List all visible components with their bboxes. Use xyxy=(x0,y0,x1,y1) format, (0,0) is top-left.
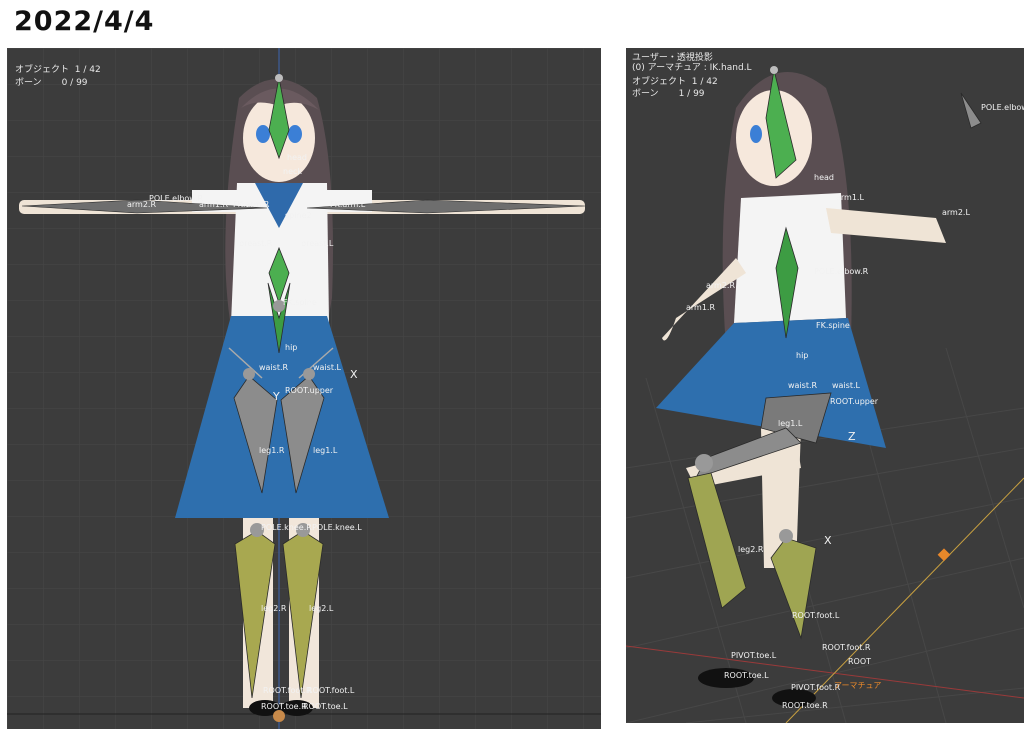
bone-stat: ボーン 0 / 99 xyxy=(15,78,88,88)
label-waist-l: waist.L xyxy=(313,363,342,372)
label-root-upper: ROOT.upper xyxy=(285,386,334,395)
label-fk-arm-r: FK.arm.R xyxy=(233,200,270,209)
label-root-foot-l: ROOT.foot.L xyxy=(307,686,355,695)
object-stat: オブジェクト 1 / 42 xyxy=(15,65,101,75)
label-arm1-l: arm1.L xyxy=(836,193,864,202)
label-root-toe-l: ROOT.toe.L xyxy=(724,671,769,680)
viewport-front-canvas: head neck spine2 FK.spine hip ROOT.upper… xyxy=(7,48,601,729)
label-fk-spine: FK.spine xyxy=(283,298,317,307)
label-leg1-l: leg1.L xyxy=(778,419,803,428)
label-leg2-r: leg2.R xyxy=(261,604,287,613)
label-arm1-r: arm1.R xyxy=(686,303,715,312)
label-pole-knee-r: POLE.knee.R xyxy=(261,523,312,532)
label-pole-knee-l: POLE.knee.L xyxy=(312,523,362,532)
bone-leg2-l[interactable] xyxy=(770,537,817,640)
bone-stat: ボーン 1 / 99 xyxy=(632,89,705,99)
label-leg2-l: leg2.L xyxy=(309,604,334,613)
label-head: head xyxy=(814,173,834,182)
label-waist-l: waist.L xyxy=(832,381,861,390)
label-fk-arm-l: FK.arm.L xyxy=(330,200,366,209)
label-hip: hip xyxy=(796,351,808,360)
label-root-toe-r: ROOT.toe.R xyxy=(261,702,307,711)
label-leg1-r: leg1.R xyxy=(259,446,285,455)
axis-x-label: X xyxy=(350,368,358,381)
axis-x-label: X xyxy=(824,534,832,547)
bone-pole-elbow-l[interactable] xyxy=(960,92,982,129)
bone-leg2-r[interactable] xyxy=(687,472,747,609)
label-root-toe-l: ROOT.toe.L xyxy=(303,702,348,711)
label-leg1-l: leg1.L xyxy=(313,446,338,455)
label-breast-r: breast.R xyxy=(239,239,273,248)
label-pole-elbow-l: POLE.elbow.L xyxy=(981,103,1024,112)
label-head: head xyxy=(287,153,307,162)
label-spine2: spine2 xyxy=(285,211,312,220)
label-root-foot-l: ROOT.foot.L xyxy=(792,611,840,620)
viewport-perspective-canvas: POLE.elbow.L head arm1.L arm2.L arm1.R a… xyxy=(626,66,1024,723)
label-arm2-r: arm2.R xyxy=(706,281,735,290)
date-heading: 2022/4/4 xyxy=(14,6,155,37)
label-root-upper: ROOT.upper xyxy=(830,397,879,406)
label-armature: アーマチュア xyxy=(834,681,881,690)
label-neck: neck xyxy=(283,167,302,176)
label-pivot-toe-l: PIVOT.toe.L xyxy=(731,651,777,660)
label-waist-r: waist.R xyxy=(259,363,289,372)
viewport-perspective[interactable]: POLE.elbow.L head arm1.L arm2.L arm1.R a… xyxy=(626,48,1024,723)
label-fk-spine: FK.spine xyxy=(816,321,850,330)
label-breast-l: breast.L xyxy=(301,239,334,248)
label-root-toe-r: ROOT.toe.R xyxy=(782,701,828,710)
label-root-foot-r: ROOT.foot.R xyxy=(822,643,871,652)
label-arm1-r: arm1.R xyxy=(199,200,228,209)
active-object: (0) アーマチュア : IK.hand.L xyxy=(632,63,752,73)
label-leg2-r: leg2.R xyxy=(738,545,764,554)
axis-y-label: Y xyxy=(272,390,280,403)
selected-ik-marker[interactable] xyxy=(937,548,951,562)
axis-z-label: Z xyxy=(848,430,856,443)
label-root: ROOT xyxy=(848,657,871,666)
label-arm2-l: arm2.L xyxy=(942,208,970,217)
label-waist-r: waist.R xyxy=(788,381,818,390)
viewport-front[interactable]: head neck spine2 FK.spine hip ROOT.upper… xyxy=(7,48,601,729)
label-pole-elbow-r: POLE.elbow.R xyxy=(814,267,869,276)
object-stat: オブジェクト 1 / 42 xyxy=(632,77,718,87)
label-root-foot-r: ROOT.foot.R xyxy=(263,686,312,695)
label-hip: hip xyxy=(285,343,297,352)
label-pole-elbow-r: POLE.elbow.R xyxy=(149,194,204,203)
